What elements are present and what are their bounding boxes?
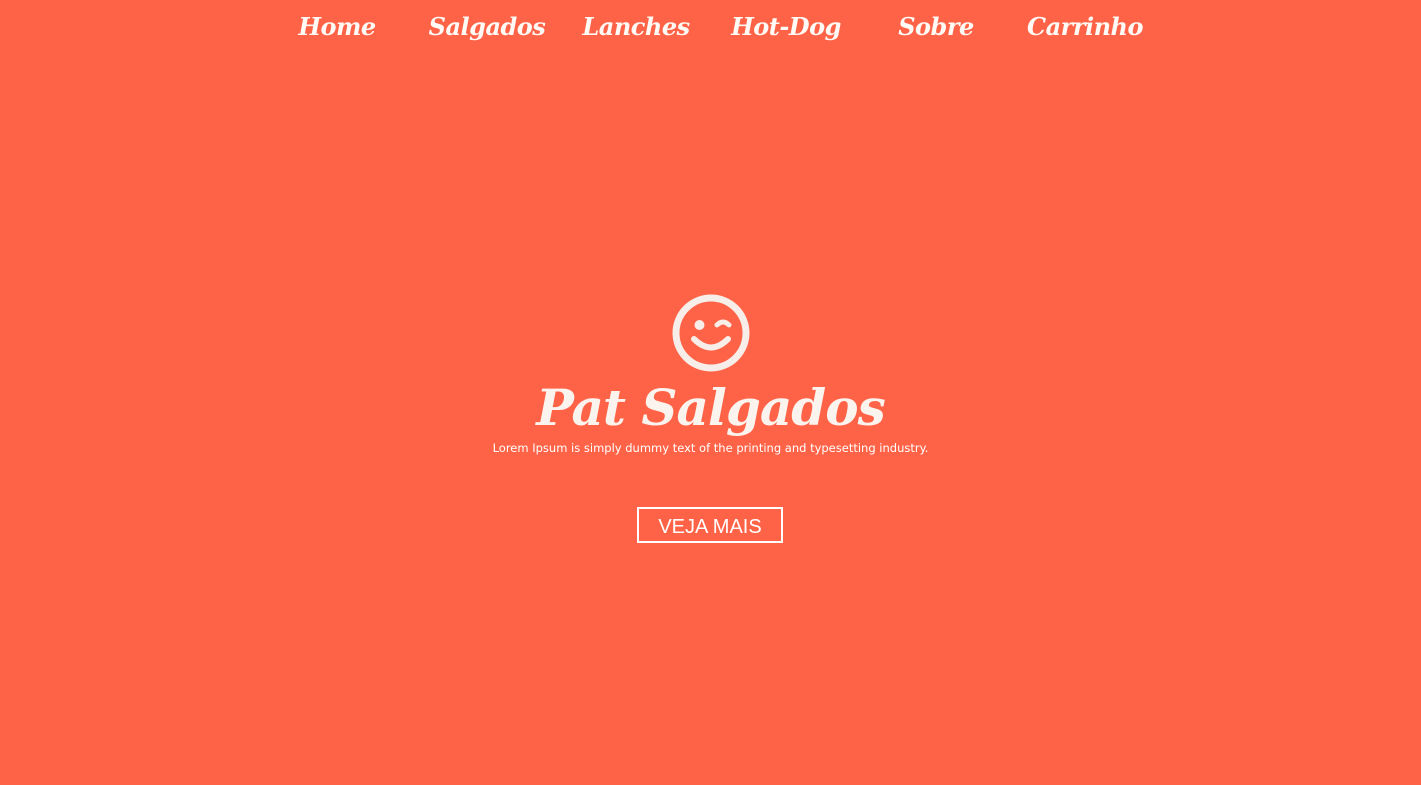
veja-mais-button[interactable]: VEJA MAIS <box>637 507 783 543</box>
nav-item-home[interactable]: Home <box>262 10 412 44</box>
nav-item-salgados[interactable]: Salgados <box>412 10 562 44</box>
nav-item-lanches[interactable]: Lanches <box>561 10 711 44</box>
top-navigation: Home Salgados Lanches Hot-Dog Sobre Carr… <box>0 0 1421 56</box>
hero-title: Pat Salgados <box>536 378 885 437</box>
nav-item-carrinho[interactable]: Carrinho <box>1010 10 1160 44</box>
hero-subtitle: Lorem Ipsum is simply dummy text of the … <box>492 441 929 455</box>
wink-smiley-icon <box>672 294 749 372</box>
nav-item-sobre[interactable]: Sobre <box>861 10 1011 44</box>
nav-item-hot-dog[interactable]: Hot-Dog <box>711 10 861 44</box>
hero-section: Pat Salgados Lorem Ipsum is simply dummy… <box>0 292 1421 543</box>
